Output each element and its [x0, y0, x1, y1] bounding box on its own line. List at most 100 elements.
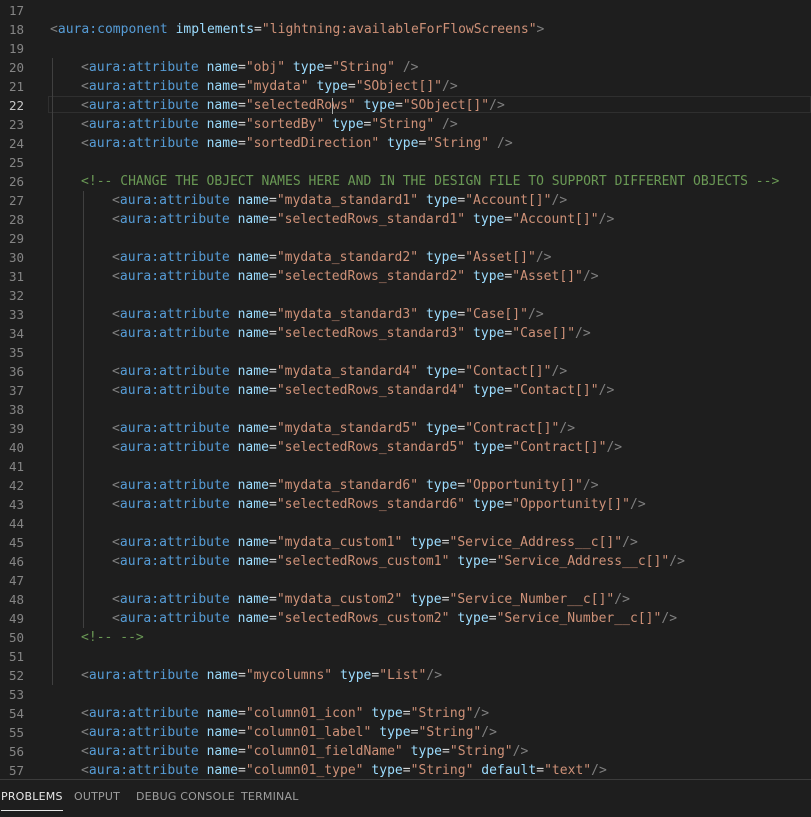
- attribute-value: "String": [410, 763, 474, 778]
- code-line[interactable]: 48 <aura:attribute name="mydata_custom2" …: [0, 590, 811, 609]
- attribute-name: name: [206, 98, 238, 113]
- code-line[interactable]: 51: [0, 647, 811, 666]
- code-text: =: [268, 478, 277, 493]
- code-line[interactable]: 25: [0, 153, 811, 172]
- comment: <!-- CHANGE THE OBJECT NAMES HERE AND IN…: [81, 174, 780, 189]
- line-number: 57: [8, 763, 24, 778]
- tag-bracket: />: [582, 269, 599, 284]
- attribute-name: name: [237, 364, 269, 379]
- code-line[interactable]: 36 <aura:attribute name="mydata_standard4…: [0, 362, 811, 381]
- code-line[interactable]: 55 <aura:attribute name="column01_label" …: [0, 723, 811, 742]
- code-line[interactable]: 23 <aura:attribute name="sortedBy" type="…: [0, 115, 811, 134]
- code-text: =: [488, 554, 497, 569]
- attribute-name: name: [237, 554, 269, 569]
- line-code: <aura:attribute name="column01_icon" typ…: [81, 704, 489, 723]
- code-line[interactable]: 18 <aura:component implements="lightning:…: [0, 20, 811, 39]
- code-text: =: [457, 364, 466, 379]
- code-text: =: [254, 22, 262, 37]
- code-line[interactable]: 33 <aura:attribute name="mydata_standard3…: [0, 305, 811, 324]
- code-line[interactable]: 56 <aura:attribute name="column01_fieldNa…: [0, 742, 811, 761]
- attribute-value: "Case[]": [512, 326, 576, 341]
- code-text: =: [324, 60, 333, 75]
- tag-bracket: <: [81, 668, 89, 683]
- attribute-value: "SObject[]": [355, 79, 443, 94]
- line-number: 31: [8, 269, 24, 284]
- code-line[interactable]: 53: [0, 685, 811, 704]
- code-line[interactable]: 45 <aura:attribute name="mydata_custom1" …: [0, 533, 811, 552]
- code-line[interactable]: 19: [0, 39, 811, 58]
- code-line[interactable]: 26 <!-- CHANGE THE OBJECT NAMES HERE AND …: [0, 172, 811, 191]
- tab-output[interactable]: OUTPUT: [74, 790, 120, 803]
- code-line[interactable]: 20 <aura:attribute name="obj" type="Strin…: [0, 58, 811, 77]
- code-text: =: [457, 478, 466, 493]
- code-line[interactable]: 43 <aura:attribute name="selectedRows_sta…: [0, 495, 811, 514]
- tag-bracket: <: [112, 364, 120, 379]
- code-line[interactable]: 32: [0, 286, 811, 305]
- code-text: =: [268, 269, 277, 284]
- code-line[interactable]: 34 <aura:attribute name="selectedRows_sta…: [0, 324, 811, 343]
- code-line[interactable]: 31 <aura:attribute name="selectedRows_sta…: [0, 267, 811, 286]
- line-number: 38: [8, 402, 24, 417]
- attribute-value: "String": [426, 136, 490, 151]
- code-line[interactable]: 54 <aura:attribute name="column01_icon" t…: [0, 704, 811, 723]
- line-code: <aura:attribute name="selectedRows_custo…: [112, 609, 677, 628]
- attribute-name: name: [206, 744, 238, 759]
- attribute-name: implements: [175, 22, 255, 37]
- tag-bracket: />: [512, 744, 529, 759]
- code-line[interactable]: 38: [0, 400, 811, 419]
- code-text: =: [237, 117, 246, 132]
- code-line[interactable]: 39 <aura:attribute name="mydata_standard5…: [0, 419, 811, 438]
- code-text: =: [442, 744, 450, 759]
- line-number: 33: [8, 307, 24, 322]
- line-code: <aura:attribute name="selectedRows_stand…: [112, 381, 614, 400]
- code-text: =: [268, 212, 277, 227]
- panel-tab-bar: PROBLEMS OUTPUT DEBUG CONSOLE TERMINAL: [0, 779, 811, 817]
- attribute-name: name: [237, 212, 269, 227]
- tag-bracket: />: [629, 497, 646, 512]
- code-line[interactable]: 21 <aura:attribute name="mydata" type="SO…: [0, 77, 811, 96]
- code-editor[interactable]: 17 18 <aura:component implements="lightnin…: [0, 0, 811, 779]
- line-number: 56: [8, 744, 24, 759]
- code-line[interactable]: 42 <aura:attribute name="mydata_standard6…: [0, 476, 811, 495]
- code-line[interactable]: 27 <aura:attribute name="mydata_standard1…: [0, 191, 811, 210]
- code-line[interactable]: 28 <aura:attribute name="selectedRows_sta…: [0, 210, 811, 229]
- code-line[interactable]: 52 <aura:attribute name="mycolumns" type=…: [0, 666, 811, 685]
- code-line[interactable]: 22 <aura:attribute name="selectedRows" ty…: [0, 96, 811, 115]
- indent-guide: [83, 191, 84, 628]
- line-code: <aura:attribute name="mydata_standard6" …: [112, 476, 599, 495]
- tab-debug-console[interactable]: DEBUG CONSOLE: [136, 790, 235, 803]
- code-line[interactable]: 41: [0, 457, 811, 476]
- code-line[interactable]: 57 <aura:attribute name="column01_type" t…: [0, 761, 811, 779]
- code-line[interactable]: 40 <aura:attribute name="selectedRows_sta…: [0, 438, 811, 457]
- tag-bracket: />: [622, 535, 638, 550]
- code-line[interactable]: 17: [0, 1, 811, 20]
- code-line[interactable]: 24 <aura:attribute name="sortedDirection"…: [0, 134, 811, 153]
- code-line[interactable]: 29: [0, 229, 811, 248]
- code-line[interactable]: 44: [0, 514, 811, 533]
- line-number: 44: [8, 516, 24, 531]
- code-line[interactable]: 35: [0, 343, 811, 362]
- tag-bracket: <: [112, 497, 120, 512]
- tag-bracket: <: [112, 383, 120, 398]
- code-line[interactable]: 30 <aura:attribute name="mydata_standard2…: [0, 248, 811, 267]
- code-line[interactable]: 49 <aura:attribute name="selectedRows_cus…: [0, 609, 811, 628]
- tag-name: aura:attribute: [88, 117, 199, 132]
- code-line[interactable]: 46 <aura:attribute name="selectedRows_cus…: [0, 552, 811, 571]
- attribute-value: "selectedRows_standard3": [276, 326, 466, 341]
- attribute-value: "Opportunity[]": [512, 497, 630, 512]
- tag-bracket: <: [81, 98, 89, 113]
- code-line[interactable]: 37 <aura:attribute name="selectedRows_sta…: [0, 381, 811, 400]
- tab-terminal[interactable]: TERMINAL: [241, 790, 299, 803]
- code-line[interactable]: 50 <!-- -->: [0, 628, 811, 647]
- code-line[interactable]: 47: [0, 571, 811, 590]
- tag-bracket: />: [481, 725, 497, 740]
- tab-problems[interactable]: PROBLEMS: [1, 790, 63, 811]
